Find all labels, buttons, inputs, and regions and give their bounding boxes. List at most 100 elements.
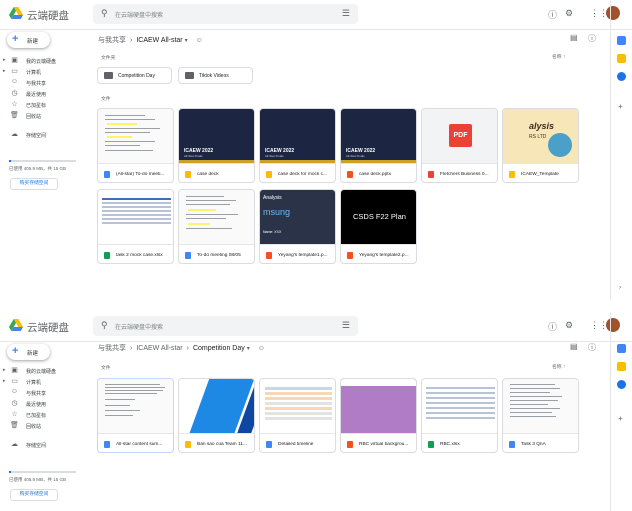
chevron-right-icon[interactable]: › (619, 285, 621, 291)
breadcrumb-root[interactable]: 与我共享 (98, 37, 126, 44)
breadcrumb-parent[interactable]: ICAEW All-star (136, 345, 182, 352)
tasks-icon[interactable] (617, 72, 626, 81)
file-card[interactable]: ICAEW 2022 All-Star Finals case deck (178, 108, 255, 183)
info-icon[interactable]: ⓘ (588, 33, 596, 44)
sidebar-item-storage[interactable]: ☁ 存储空间 (0, 129, 92, 140)
app-title: 云端硬盘 (27, 10, 69, 22)
file-footer: (All-star) To-do meeti... (98, 163, 173, 182)
file-thumbnail: ICAEW 2022 All-Star Finals (341, 109, 416, 163)
search-icon[interactable]: ⚲ (101, 8, 108, 19)
chevron-down-icon[interactable]: ▾ (247, 346, 250, 352)
file-footer: Detailed timeline (260, 433, 335, 452)
file-card[interactable]: RBC virtual backgrou... (340, 378, 417, 453)
drive-logo[interactable] (9, 7, 23, 19)
breadcrumb-current[interactable]: Competition Day (193, 345, 245, 352)
slides-icon (509, 171, 515, 178)
sidebar-item-trash[interactable]: 🗑 回收站 (0, 110, 92, 121)
text-line (105, 410, 140, 411)
file-card[interactable]: Detailed timeline (259, 378, 336, 453)
table-row (265, 412, 332, 415)
help-icon[interactable]: ⓘ (548, 8, 557, 21)
caret-right-icon[interactable]: ▸ (3, 367, 6, 373)
sidebar-item-my-drive[interactable]: ▸ ▣ 我的云端硬盘 (0, 55, 92, 66)
sidebar-item-recent[interactable]: ◷ 最近使用 (0, 88, 92, 99)
caret-right-icon[interactable]: ▸ (3, 378, 6, 384)
file-thumbnail (179, 190, 254, 244)
file-card[interactable]: Task 3 QnA (502, 378, 579, 453)
file-card[interactable]: Bản sao của Team 11... (178, 378, 255, 453)
keep-icon[interactable] (617, 54, 626, 63)
folder-item[interactable]: Tiktok Videos (178, 67, 253, 84)
text-line (510, 384, 555, 385)
sheet-row (426, 392, 495, 394)
sidebar-item-computers[interactable]: ▸ ▭ 计算机 (0, 376, 92, 387)
computer-icon: ▭ (11, 68, 18, 75)
file-thumbnail (98, 109, 173, 163)
sidebar-item-storage[interactable]: ☁ 存储空间 (0, 439, 92, 450)
add-addon-icon[interactable]: + (618, 414, 623, 423)
settings-icon[interactable]: ⚙ (565, 8, 573, 19)
breadcrumb-current[interactable]: ICAEW All-star (136, 37, 182, 44)
calendar-icon[interactable] (617, 36, 626, 45)
sort-label: 名称 (552, 365, 562, 370)
drive-logo[interactable] (9, 319, 23, 331)
file-card[interactable]: PDF Fletchers Business 0... (421, 108, 498, 183)
buy-storage-button[interactable]: 购买存储空间 (10, 178, 58, 190)
sidebar-item-my-drive[interactable]: ▸ ▣ 我的云端硬盘 (0, 365, 92, 376)
info-icon[interactable]: ⓘ (588, 342, 596, 353)
help-icon[interactable]: ⓘ (548, 320, 557, 333)
file-card[interactable]: Analysis msung Name: XXX Yeyang's templa… (259, 189, 336, 264)
file-card[interactable]: All-star content sum... (97, 378, 174, 453)
sidebar-item-label: 存储空间 (26, 133, 47, 139)
breadcrumb: 与我共享 › ICAEW All-star ▾ ☺ (98, 35, 203, 45)
breadcrumb-root[interactable]: 与我共享 (98, 345, 126, 352)
file-card[interactable]: ICAEW 2022 All-Star Finals case deck.ppt… (340, 108, 417, 183)
file-card[interactable]: ICAEW 2022 All-Star Finals case deck for… (259, 108, 336, 183)
new-button[interactable]: + 新建 (7, 344, 50, 360)
file-thumbnail: alysis RS LTD (503, 109, 578, 163)
file-card[interactable]: To-do meeting 08/05 (178, 189, 255, 264)
sidebar-item-trash[interactable]: 🗑 回收站 (0, 420, 92, 431)
search-input[interactable]: ⚲ 在云端硬盘中搜索 ☰ (93, 4, 358, 24)
sort-name-button[interactable]: 名称 ↑ (552, 53, 565, 60)
file-card[interactable]: task 2 mock case.xlsx (97, 189, 174, 264)
sort-name-button[interactable]: 名称 ↑ (552, 363, 565, 370)
tasks-icon[interactable] (617, 380, 626, 389)
caret-right-icon[interactable]: ▸ (3, 57, 6, 63)
buy-storage-button[interactable]: 购买存储空间 (10, 489, 58, 501)
settings-icon[interactable]: ⚙ (565, 320, 573, 331)
thumbnail-band (341, 379, 416, 386)
search-input[interactable]: ⚲ 在云端硬盘中搜索 ☰ (93, 316, 358, 336)
file-card[interactable]: RBC.xlsx (421, 378, 498, 453)
text-line (105, 384, 160, 385)
add-addon-icon[interactable]: + (618, 102, 623, 111)
sheet-row (102, 210, 171, 212)
file-card[interactable]: (All-star) To-do meeti... (97, 108, 174, 183)
keep-icon[interactable] (617, 362, 626, 371)
sidebar-item-shared[interactable]: ☺ 与我共享 (0, 77, 92, 88)
people-icon: ☺ (10, 388, 19, 395)
new-button[interactable]: + 新建 (7, 32, 50, 48)
shared-people-icon[interactable]: ☺ (196, 37, 203, 44)
calendar-icon[interactable] (617, 344, 626, 353)
list-view-icon[interactable]: ▤ (570, 33, 578, 42)
file-thumbnail (422, 379, 497, 433)
list-view-icon[interactable]: ▤ (570, 342, 578, 351)
sidebar-item-starred[interactable]: ☆ 已加星标 (0, 409, 92, 420)
file-card[interactable]: CSDS F22 Plan Yeyang's template2.p... (340, 189, 417, 264)
file-card[interactable]: alysis RS LTD ICAEW_Template (502, 108, 579, 183)
sidebar-item-recent[interactable]: ◷ 最近使用 (0, 398, 92, 409)
search-icon[interactable]: ⚲ (101, 320, 108, 331)
chevron-down-icon[interactable]: ▾ (185, 38, 188, 44)
text-line (186, 228, 232, 229)
caret-right-icon[interactable]: ▸ (3, 68, 6, 74)
sidebar-item-starred[interactable]: ☆ 已加星标 (0, 99, 92, 110)
sidebar-item-shared[interactable]: ☺ 与我共享 (0, 387, 92, 398)
sidebar-item-computers[interactable]: ▸ ▭ 计算机 (0, 66, 92, 77)
tune-icon[interactable]: ☰ (342, 320, 350, 331)
tune-icon[interactable]: ☰ (342, 8, 350, 19)
shared-people-icon[interactable]: ☺ (258, 345, 265, 352)
folder-item[interactable]: Competition Day (97, 67, 172, 84)
sidebar-nav: ▸ ▣ 我的云端硬盘 ▸ ▭ 计算机 ☺ 与我共享 ◷ 最近使用 ☆ 已加星标 … (0, 55, 92, 140)
drive-window-2: 云端硬盘 ⚲ 在云端硬盘中搜索 ☰ ⓘ ⚙ ⋮⋮ + 新建 ▸ ▣ 我的云端硬盘… (0, 312, 632, 511)
